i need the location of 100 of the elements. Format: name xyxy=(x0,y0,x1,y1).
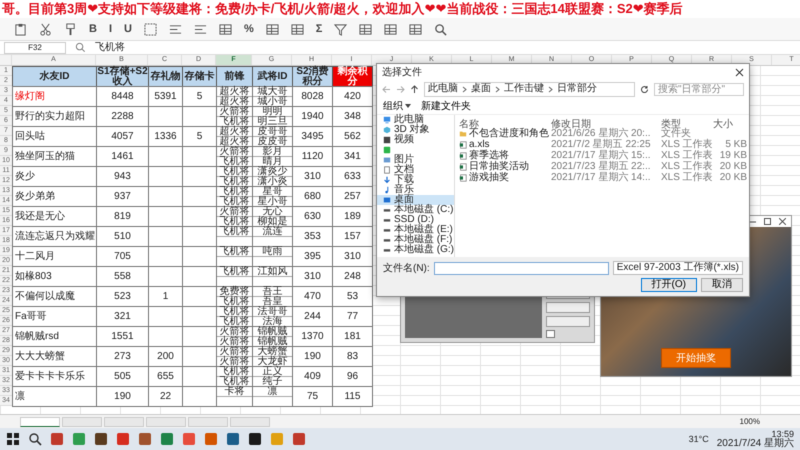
table-cell: 正义 xyxy=(253,367,292,377)
close-icon[interactable] xyxy=(779,218,786,225)
nav-item[interactable]: 本地磁盘 (E:) xyxy=(377,225,454,235)
file-type: XLS 工作表 xyxy=(661,139,713,150)
column-title: 前锋 xyxy=(216,66,253,87)
app-tile-icon[interactable] xyxy=(50,432,64,446)
nav-item[interactable]: 本地磁盘 (C:) xyxy=(377,205,454,215)
chevron-icon xyxy=(495,86,500,92)
table-icon[interactable] xyxy=(290,22,304,36)
table-icon[interactable] xyxy=(359,22,372,36)
app-tile-icon[interactable] xyxy=(292,432,306,446)
search-icon[interactable] xyxy=(28,432,42,446)
nav-item[interactable]: 3D 对象 xyxy=(377,125,454,135)
app-button[interactable] xyxy=(546,302,590,313)
breadcrumb[interactable]: 日常部分 xyxy=(557,83,597,95)
table-icon[interactable] xyxy=(409,22,422,36)
table-cell: 火箭将 xyxy=(217,337,252,347)
align-icon[interactable] xyxy=(168,22,182,36)
nav-item[interactable]: SSD (D:) xyxy=(377,215,454,225)
file-date: 2021/7/17 星期六 15:.. xyxy=(551,150,652,161)
nav-item[interactable]: 音乐 xyxy=(377,185,454,195)
table-cell: 火箭将 xyxy=(217,327,252,337)
app-tile-icon[interactable] xyxy=(204,432,218,446)
table-cell: 缘灯阁 xyxy=(12,86,97,107)
new-folder-button[interactable]: 新建文件夹 xyxy=(421,99,471,113)
maximize-icon[interactable] xyxy=(764,218,771,225)
table-cell: 115 xyxy=(332,386,373,407)
brush-icon[interactable] xyxy=(64,22,77,36)
column-title: S1存储+S2收入 xyxy=(96,66,149,87)
search-icon[interactable] xyxy=(434,22,448,36)
table-cell: 飞机将 xyxy=(217,307,252,317)
folder-icon xyxy=(459,130,467,138)
clipboard-icon[interactable] xyxy=(14,22,27,36)
chevron-icon xyxy=(548,86,553,92)
file-size: 20 KB xyxy=(718,161,747,172)
table-cell: 火箭将 xyxy=(217,207,252,217)
nav-item[interactable]: 文档 xyxy=(377,165,454,175)
breadcrumb[interactable]: 工作击键 xyxy=(504,83,544,95)
cell-reference-field[interactable]: F32 xyxy=(4,42,66,54)
file-type: 文件夹 xyxy=(661,128,692,139)
up-arrow-icon[interactable] xyxy=(410,84,419,94)
table-cell: 超火将 xyxy=(217,137,252,147)
format-glyph[interactable]: Σ xyxy=(316,23,322,35)
breadcrumb[interactable]: 桌面 xyxy=(471,83,491,95)
sheet-tab[interactable] xyxy=(20,416,60,426)
address-bar[interactable]: 此电脑 桌面 工作击键 日常部分 xyxy=(424,82,635,96)
file-size: 20 KB xyxy=(718,172,747,183)
app-tile-icon[interactable] xyxy=(72,432,86,446)
scissors-icon[interactable] xyxy=(39,22,52,36)
format-glyph[interactable]: % xyxy=(244,23,254,35)
breadcrumb[interactable]: 此电脑 xyxy=(428,83,458,95)
spreadsheet-file-icon xyxy=(459,152,467,160)
dialog-title: 选择文件 xyxy=(382,66,422,79)
filename-label: 文件名(N): xyxy=(383,262,430,275)
open-button[interactable]: 打开(O) xyxy=(640,278,697,292)
refresh-icon[interactable] xyxy=(640,84,649,94)
file-name[interactable]: 赛季选将 xyxy=(459,150,551,161)
app-tile-icon[interactable] xyxy=(270,432,284,446)
cube-icon xyxy=(383,126,391,134)
app-tile-icon[interactable] xyxy=(138,432,152,446)
file-type: XLS 工作表 xyxy=(661,172,713,183)
windows-logo-icon[interactable] xyxy=(6,432,20,446)
table-icon[interactable] xyxy=(384,22,398,36)
format-glyph[interactable]: U xyxy=(124,23,132,35)
border-icon[interactable] xyxy=(144,22,157,36)
app-tile-icon[interactable] xyxy=(226,432,240,446)
filter-icon[interactable] xyxy=(334,22,348,36)
file-name[interactable]: 日常抽奖活动 xyxy=(459,161,551,172)
table-icon[interactable] xyxy=(266,22,279,36)
nav-item[interactable]: 视频 xyxy=(377,135,454,145)
nav-item[interactable]: 下载 xyxy=(377,175,454,185)
format-glyph[interactable]: B xyxy=(89,23,97,35)
nav-item[interactable]: 桌面 xyxy=(377,195,454,205)
formula-field[interactable]: 飞机将 xyxy=(95,42,125,53)
table-icon[interactable] xyxy=(218,22,232,36)
file-name[interactable]: a.xls xyxy=(459,139,551,150)
zoom-icon[interactable] xyxy=(74,41,87,54)
nav-item[interactable]: 此电脑 xyxy=(377,115,454,125)
align-icon[interactable] xyxy=(194,22,207,36)
app-tile-icon[interactable] xyxy=(94,432,108,446)
app-tile-icon[interactable] xyxy=(182,432,196,446)
nav-item[interactable]: 本地磁盘 (G:) xyxy=(377,245,454,255)
close-icon[interactable] xyxy=(735,68,744,76)
app-tile-icon[interactable] xyxy=(160,432,174,446)
column-header[interactable]: 大小 xyxy=(713,117,747,131)
app-tile-icon[interactable] xyxy=(248,432,262,446)
table-cell: 锦帆贼 xyxy=(253,327,292,337)
nav-item[interactable]: 图片 xyxy=(377,155,454,165)
file-name[interactable]: 不包含进度和角色 xyxy=(459,128,551,139)
filename-field[interactable] xyxy=(434,262,609,274)
checkbox[interactable] xyxy=(546,330,555,338)
app-tile-icon[interactable] xyxy=(116,432,130,446)
cancel-button[interactable]: 取消 xyxy=(701,278,743,292)
file-name[interactable]: 游戏抽奖 xyxy=(459,172,551,183)
file-type-dropdown[interactable]: Excel 97-2003 工作簿(*.xls) xyxy=(612,261,743,275)
nav-item[interactable]: 本地磁盘 (F:) xyxy=(377,235,454,245)
banner-text: 哥。目前第3周❤支持如下等级建将：免费/办卡/飞机/火箭/超火，欢迎加入❤❤当前战役：三国志14联盟赛：S2❤赛季后 xyxy=(1,0,684,18)
organize-button[interactable]: 组织 xyxy=(383,99,411,113)
table-cell: 城大哥 xyxy=(253,87,292,97)
format-glyph[interactable]: I xyxy=(108,23,112,35)
